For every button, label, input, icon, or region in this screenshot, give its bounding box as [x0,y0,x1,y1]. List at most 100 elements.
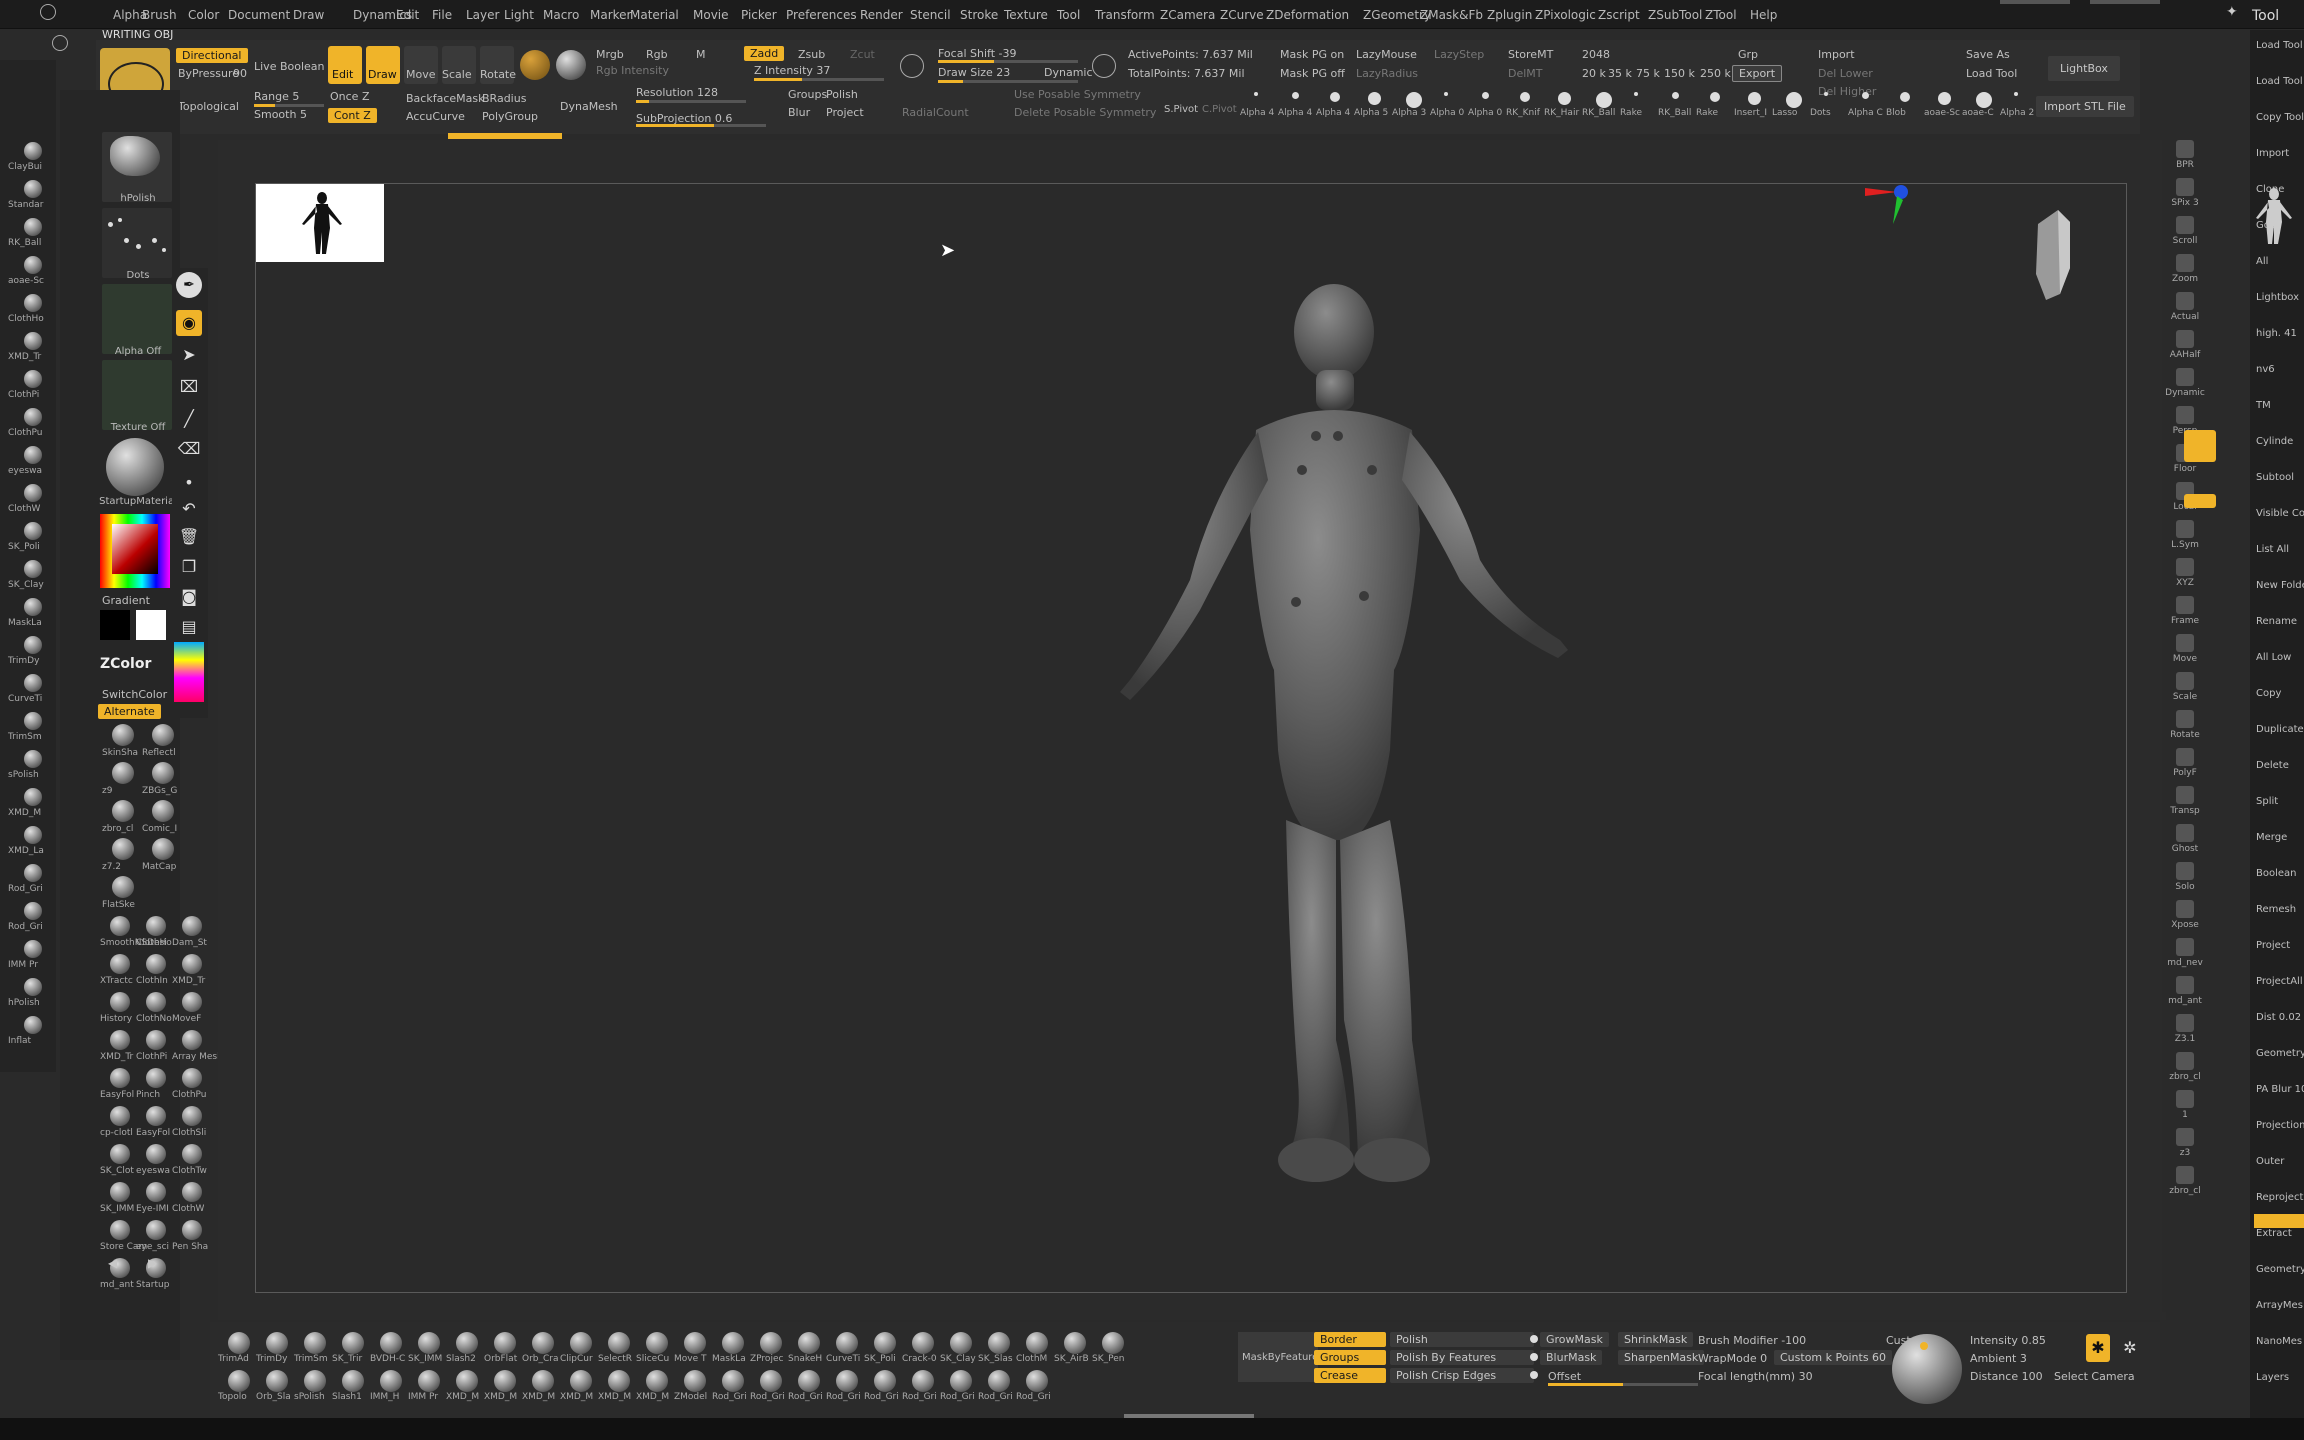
tool-panel-item[interactable]: Rename [2256,616,2297,627]
draw-size-slider[interactable]: Draw Size 23 [938,66,1010,79]
brush-slot[interactable]: ClothW [172,1182,208,1218]
farleft-brush[interactable]: SK_Poli [6,520,56,556]
maskbyfeature-panel[interactable]: MaskByFeature [1238,1332,1318,1382]
view-tool-button[interactable]: SPix 3 [2162,176,2208,212]
sharpenmask-button[interactable]: SharpenMask [1618,1350,1705,1365]
resolution-slider[interactable]: Resolution 128 [636,86,718,99]
shelf-brush[interactable]: Orb_Sla [256,1368,294,1404]
brush-slot[interactable]: SK_Clot [100,1144,136,1180]
shelf-brush[interactable]: SK_Poli [864,1330,902,1366]
secondary-color-swatch[interactable] [100,610,130,640]
alpha-slot[interactable]: aoae-C [1962,86,1998,120]
farleft-brush[interactable]: CurveTi [6,672,56,708]
count-250k[interactable]: 250 k [1700,67,1731,80]
smooth-slider[interactable]: Smooth 5 [254,108,307,121]
shelf-brush[interactable]: TrimAd [218,1330,256,1366]
xyz-button[interactable] [2184,494,2216,508]
view-tool-button[interactable]: Scroll [2162,214,2208,250]
view-tool-button[interactable]: Frame [2162,594,2208,630]
shelf-brush[interactable]: XMD_M [522,1368,560,1404]
shelf-brush[interactable]: Rod_Gri [1016,1368,1054,1404]
menu-item[interactable]: Edit [396,8,419,22]
cpivot-button[interactable]: C.Pivot [1202,104,1237,115]
farleft-brush[interactable]: SK_Clay [6,558,56,594]
brush-slot[interactable]: EasyFol [136,1106,172,1142]
menu-item[interactable]: Light [504,8,534,22]
symmetry-s-icon[interactable] [900,54,924,78]
line-icon[interactable]: ╱ [176,406,202,432]
delmt-button[interactable]: DelMT [1508,67,1543,80]
menu-item[interactable]: ZCamera [1160,8,1215,22]
shelf-brush[interactable]: SK_Pen [1092,1330,1130,1366]
menu-item[interactable]: Color [188,8,219,22]
shelf-brush[interactable]: SK_IMM [408,1330,446,1366]
farleft-brush[interactable]: TrimDy [6,634,56,670]
geometry-highlight[interactable] [2254,1214,2304,1228]
polish-button[interactable]: Polish [826,88,858,101]
shelf-brush[interactable]: Rod_Gri [940,1368,978,1404]
alpha-slot[interactable]: RK_Knif [1506,86,1542,120]
range-slider[interactable]: Range 5 [254,90,299,103]
farleft-brush[interactable]: ClothHo [6,292,56,328]
switchcolor-button[interactable]: SwitchColor [102,688,167,701]
shelf-brush[interactable]: Rod_Gri [826,1368,864,1404]
stroke-tile[interactable] [102,208,172,278]
shelf-brush[interactable]: ZModel [674,1368,712,1404]
shelf-brush[interactable]: Slash1 [332,1368,370,1404]
tool-panel-item[interactable]: Import [2256,148,2289,159]
material-sphere-2-icon[interactable] [556,50,586,80]
accucurve-button[interactable]: AccuCurve [406,110,465,123]
navigator-thumbnail[interactable] [256,184,384,262]
zadd-button[interactable]: Zadd [744,46,785,61]
tool-panel-item[interactable]: high. 41 [2256,328,2297,339]
prev-arrow-icon[interactable]: ◀ [108,1256,117,1270]
shelf-brush[interactable]: XMD_M [560,1368,598,1404]
farleft-brush[interactable]: hPolish [6,976,56,1012]
trash-icon[interactable]: 🗑 [176,524,202,550]
view-tool-button[interactable]: Xpose [2162,898,2208,934]
alpha-slot[interactable]: Lasso [1772,86,1808,120]
alpha-slot[interactable]: Rake [1620,86,1656,120]
mask-pg-off-button[interactable]: Mask PG off [1280,67,1345,80]
tool-panel-item[interactable]: Delete [2256,760,2289,771]
brush-slot[interactable]: Pinch [136,1068,172,1104]
move-button[interactable]: Move [404,46,438,84]
brush-slot[interactable]: Dam_St [172,916,208,952]
radialcount-slider[interactable]: RadialCount [902,106,969,119]
shelf-brush[interactable]: SK_AirB [1054,1330,1092,1366]
shelf-brush[interactable]: SnakeH [788,1330,826,1366]
alpha-slot[interactable]: Alpha 2 [2000,86,2036,120]
shelf-brush[interactable]: Rod_Gri [712,1368,750,1404]
menu-item[interactable]: ZPixologic [1535,8,1596,22]
menu-item[interactable]: Layer [466,8,499,22]
resolution-2048-button[interactable]: 2048 [1582,48,1610,61]
menu-item[interactable]: Macro [543,8,579,22]
menu-item[interactable]: Render [860,8,903,22]
lazystep-slider[interactable]: LazyStep [1434,48,1484,61]
live-boolean-button[interactable]: Live Boolean [254,60,325,73]
material-slot[interactable]: FlatSke [102,876,142,912]
menu-item[interactable]: ZMask&Fb [1420,8,1483,22]
mrgb-button[interactable]: Mrgb [596,48,624,61]
crease-button[interactable]: Crease [1314,1368,1386,1383]
shelf-brush[interactable]: SK_Slas [978,1330,1016,1366]
menu-item[interactable]: Texture [1004,8,1048,22]
menu-item[interactable]: Brush [142,8,177,22]
rotate-button[interactable]: Rotate [480,46,516,84]
brush-slot[interactable]: XMD_Tr [172,954,208,990]
polish-by-features-button[interactable]: Polish By Features [1390,1350,1534,1365]
material-slot[interactable]: MatCap [142,838,182,874]
farleft-brush[interactable]: XMD_Tr [6,330,56,366]
radio-icon[interactable] [1530,1371,1538,1379]
polish-crisp-edges-button[interactable]: Polish Crisp Edges [1390,1368,1534,1383]
alternate-button[interactable]: Alternate [98,704,161,719]
tool-panel-item[interactable]: Remesh [2256,904,2296,915]
view-tool-button[interactable]: PolyF [2162,746,2208,782]
tool-panel-item[interactable]: Layers [2256,1372,2289,1383]
brush-slot[interactable]: cp-clotl [100,1106,136,1142]
farleft-brush[interactable]: ClothPi [6,368,56,404]
delete-posable-symmetry-button[interactable]: Delete Posable Symmetry [1014,106,1156,119]
project-button[interactable]: Project [826,106,864,119]
farleft-brush[interactable]: sPolish [6,748,56,784]
menu-item[interactable]: Zscript [1598,8,1640,22]
